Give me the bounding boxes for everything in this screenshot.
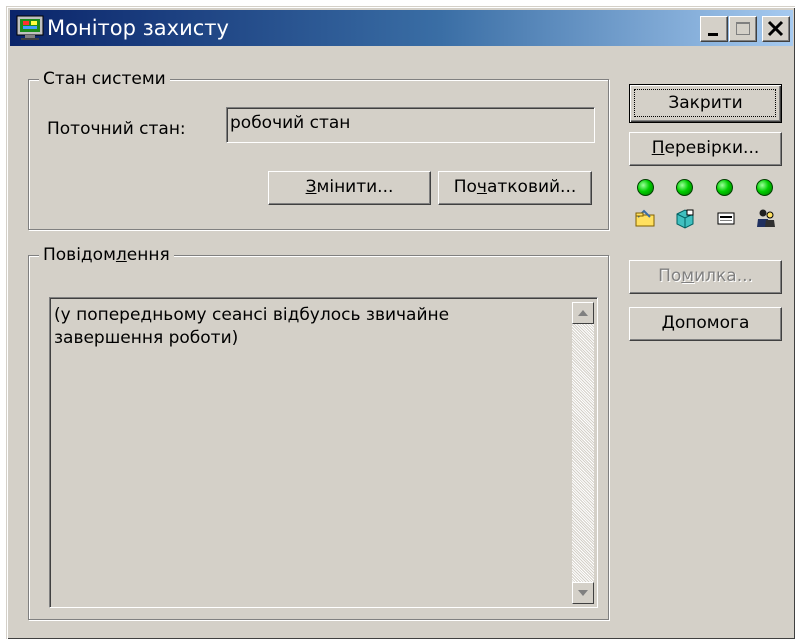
green-led-icon xyxy=(676,179,693,196)
scroll-down-button[interactable] xyxy=(572,582,594,604)
monitor-icon xyxy=(16,15,44,40)
system-state-group: Стан системи xyxy=(28,68,609,230)
message-text: (у попередньому сеансі відбулось звичайн… xyxy=(54,305,450,348)
cube-icon xyxy=(676,209,694,229)
close-icon xyxy=(767,20,784,37)
system-state-group-label: Стан системи xyxy=(39,68,170,90)
maximize-icon xyxy=(736,22,750,35)
arrow-down-icon xyxy=(578,590,588,596)
messages-scrollbar[interactable] xyxy=(572,302,594,604)
folder-icon xyxy=(635,209,655,227)
maximize-button[interactable] xyxy=(729,16,757,42)
green-led-icon xyxy=(716,179,733,196)
title-bar[interactable]: Монітор захисту xyxy=(10,10,793,46)
error-button[interactable]: Помилка... xyxy=(629,260,782,294)
close-dialog-button[interactable]: Закрити xyxy=(629,84,782,123)
minimize-icon xyxy=(708,33,718,36)
current-state-label: Поточний стан: xyxy=(47,119,186,139)
close-button[interactable] xyxy=(762,16,790,42)
initial-button[interactable]: Початковий... xyxy=(438,171,592,205)
green-led-icon xyxy=(637,179,654,196)
minimize-button[interactable] xyxy=(700,16,728,42)
main-window: Монітор захисту Стан системи Поточний ст… xyxy=(6,6,795,639)
change-button[interactable]: Змінити... xyxy=(268,171,431,205)
green-led-icon xyxy=(756,179,773,196)
scroll-up-button[interactable] xyxy=(572,302,594,324)
checks-button[interactable]: Перевірки... xyxy=(629,132,782,166)
messages-textarea[interactable]: (у попередньому сеансі відбулось звичайн… xyxy=(49,297,598,608)
arrow-up-icon xyxy=(578,310,588,316)
help-button[interactable]: Допомога xyxy=(629,307,782,341)
current-state-field[interactable]: робочий стан xyxy=(226,107,595,143)
users-icon xyxy=(757,209,775,227)
focus-rect xyxy=(634,89,776,117)
messages-group-label: Повідомлення xyxy=(39,244,174,266)
card-icon xyxy=(717,212,735,225)
window-title: Монітор захисту xyxy=(47,16,229,40)
